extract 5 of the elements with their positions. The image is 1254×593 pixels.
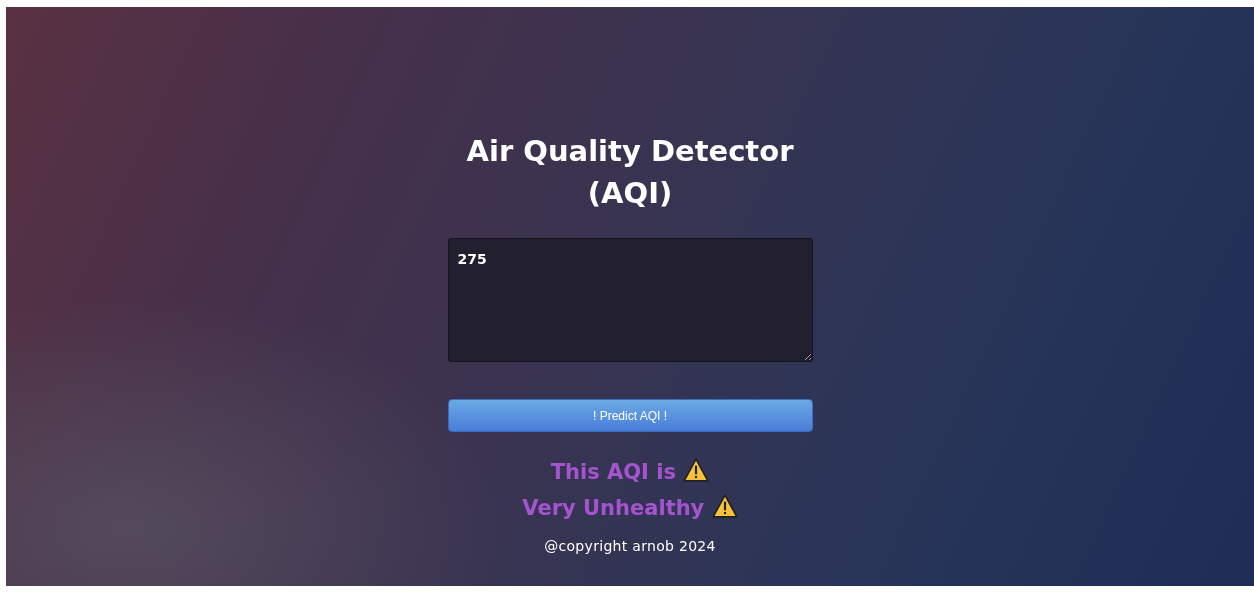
aqi-input-field[interactable]: 275: [447, 238, 813, 362]
page-title: Air Quality Detector (AQI): [465, 133, 795, 212]
copyright-text: @copyright arnob 2024: [544, 538, 716, 554]
result-text: Very Unhealthy: [522, 495, 705, 522]
result-text: This AQI is: [550, 459, 676, 486]
